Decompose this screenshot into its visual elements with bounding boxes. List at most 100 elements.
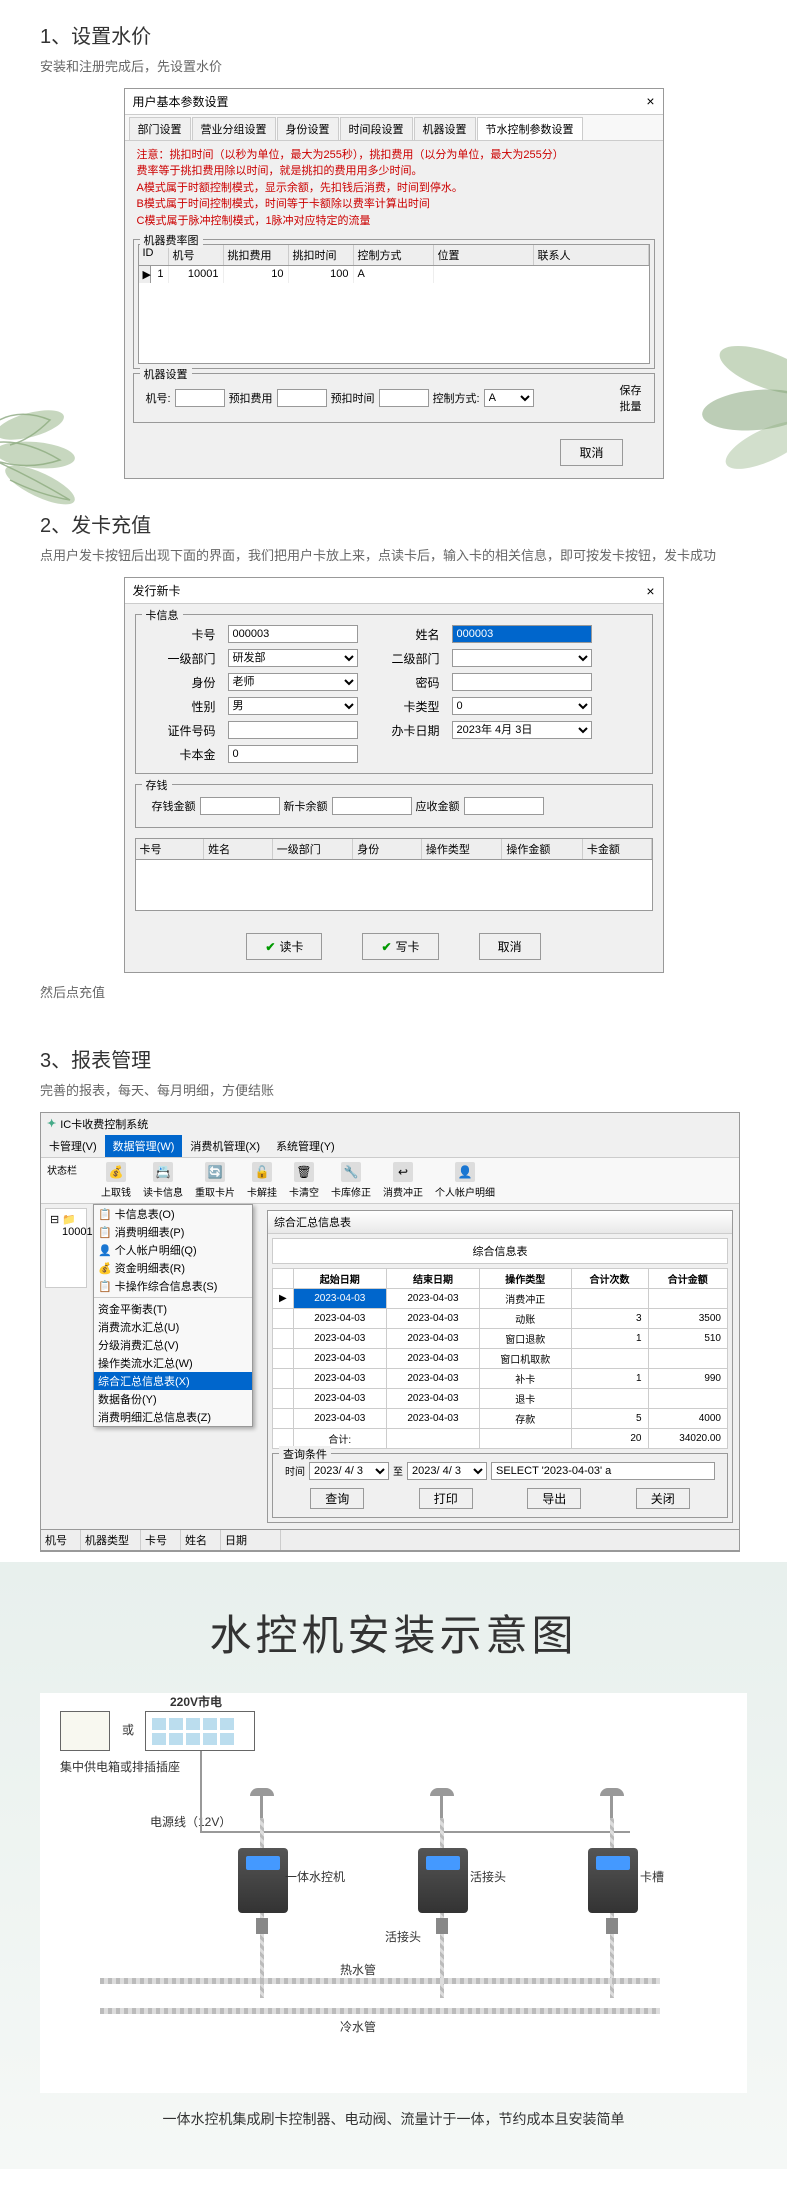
date-to-select[interactable]: 2023/ 4/ 3 — [407, 1462, 487, 1480]
report-window: 综合汇总信息表 综合信息表 起始日期 结束日期 操作类型 合计次数 合计金额 ▶… — [267, 1210, 733, 1523]
toolbar-clear[interactable]: 🗑卡清空 — [289, 1162, 319, 1199]
receivable-input[interactable] — [464, 797, 544, 815]
cancel-button[interactable]: 取消 — [560, 439, 622, 466]
toolbar-fixlib[interactable]: 🔧卡库修正 — [331, 1162, 371, 1199]
menu-item[interactable]: 📋 卡信息表(O) — [94, 1205, 252, 1223]
installation-diagram: 220V市电 或 集中供电箱或排插插座 电源线（12V） 一体水控机 活接头 卡… — [40, 1693, 747, 2093]
cancel-button[interactable]: 取消 — [479, 933, 541, 960]
tab-group[interactable]: 营业分组设置 — [192, 117, 276, 140]
tab-time[interactable]: 时间段设置 — [340, 117, 413, 140]
menu-item[interactable]: 操作类流水汇总(W) — [94, 1354, 252, 1372]
window-issue-card: 发行新卡 × 卡信息 卡号 姓名 一级部门 研发部 二级部门 身份 老师 密码 … — [124, 577, 664, 973]
tab-dept[interactable]: 部门设置 — [129, 117, 191, 140]
section-reports: 3、报表管理 完善的报表，每天、每月明细，方便结账 ✦ IC卡收费控制系统 卡管… — [0, 1024, 787, 1562]
section-set-price: 1、设置水价 安装和注册完成后，先设置水价 用户基本参数设置 × 部门设置 营业… — [0, 0, 787, 489]
toolbar-account[interactable]: 👤个人帐户明细 — [435, 1162, 495, 1199]
window-user-params: 用户基本参数设置 × 部门设置 营业分组设置 身份设置 时间段设置 机器设置 节… — [124, 88, 664, 480]
water-controller-icon — [238, 1848, 288, 1913]
tab-identity[interactable]: 身份设置 — [277, 117, 339, 140]
menu-item[interactable]: 分级消费汇总(V) — [94, 1336, 252, 1354]
joint-icon — [436, 1918, 448, 1934]
section-2-title: 2、发卡充值 — [40, 509, 747, 538]
print-button[interactable]: 打印 — [419, 1488, 473, 1509]
toolbar-reget[interactable]: 🔄重取卡片 — [195, 1162, 235, 1199]
card-grid: 卡号 姓名 一级部门 身份 操作类型 操作金额 卡金额 — [135, 838, 653, 911]
identity-select[interactable]: 老师 — [228, 673, 358, 691]
deposit-amount-input[interactable] — [200, 797, 280, 815]
close-button[interactable]: 关闭 — [636, 1488, 690, 1509]
diagram-caption: 一体水控机集成刷卡控制器、电动阀、流量计于一体，节约成本且安装简单 — [0, 2109, 787, 2129]
fieldset-card-info: 卡信息 卡号 姓名 一级部门 研发部 二级部门 身份 老师 密码 性别 男 卡类… — [135, 614, 653, 774]
toolbar-readcard[interactable]: 📇读卡信息 — [143, 1162, 183, 1199]
app-title: IC卡收费控制系统 — [60, 1116, 148, 1132]
tab-water-control[interactable]: 节水控制参数设置 — [477, 117, 583, 140]
menu-machine[interactable]: 消费机管理(X) — [182, 1135, 268, 1157]
idnum-input[interactable] — [228, 721, 358, 739]
machine-no-input[interactable] — [175, 389, 225, 407]
principal-input[interactable] — [228, 745, 358, 763]
window-titlebar: 发行新卡 × — [125, 578, 663, 604]
tabs: 部门设置 营业分组设置 身份设置 时间段设置 机器设置 节水控制参数设置 — [125, 115, 663, 141]
save-button[interactable]: 保存 — [620, 382, 642, 398]
fee-input[interactable] — [277, 389, 327, 407]
menu-bar: 卡管理(V) 数据管理(W) 消费机管理(X) 系统管理(Y) — [41, 1135, 739, 1158]
menu-item[interactable]: 数据备份(Y) — [94, 1390, 252, 1408]
time-input[interactable] — [379, 389, 429, 407]
power-strip-icon — [145, 1711, 255, 1751]
warning-text: 注意：挑扣时间（以秒为单位，最大为255秒），挑扣费用（以分为单位，最大为255… — [125, 141, 663, 236]
section-issue-card: 2、发卡充值 点用户发卡按钮后出现下面的界面，我们把用户卡放上来，点读卡后，输入… — [0, 489, 787, 1024]
sql-input[interactable] — [491, 1462, 715, 1480]
read-card-button[interactable]: ✔读卡 — [246, 933, 322, 960]
app-icon: ✦ — [47, 1117, 56, 1130]
menu-item[interactable]: 💰 资金明细表(R) — [94, 1259, 252, 1277]
password-input[interactable] — [452, 673, 592, 691]
section-1-title: 1、设置水价 — [40, 20, 747, 49]
batch-button[interactable]: 批量 — [620, 398, 642, 414]
menu-card[interactable]: 卡管理(V) — [41, 1135, 105, 1157]
export-button[interactable]: 导出 — [527, 1488, 581, 1509]
menu-item[interactable]: 消费流水汇总(U) — [94, 1318, 252, 1336]
data-menu-dropdown: 📋 卡信息表(O) 📋 消费明细表(P) 👤 个人帐户明细(Q) 💰 资金明细表… — [93, 1204, 253, 1427]
menu-item[interactable]: 📋 卡操作综合信息表(S) — [94, 1277, 252, 1295]
toolbar-withdraw[interactable]: 💰上取钱 — [101, 1162, 131, 1199]
name-input[interactable] — [452, 625, 592, 643]
toolbar: 状态栏 💰上取钱 📇读卡信息 🔄重取卡片 🔓卡解挂 🗑卡清空 🔧卡库修正 ↩消费… — [41, 1158, 739, 1204]
section-3-title: 3、报表管理 — [40, 1044, 747, 1073]
diagram-section: 水控机安装示意图 220V市电 或 集中供电箱或排插插座 电源线（12V） 一体… — [0, 1562, 787, 2169]
gender-select[interactable]: 男 — [228, 697, 358, 715]
water-controller-icon — [588, 1848, 638, 1913]
cardtype-select[interactable]: 0 — [452, 697, 592, 715]
toolbar-unlock[interactable]: 🔓卡解挂 — [247, 1162, 277, 1199]
water-controller-icon — [418, 1848, 468, 1913]
control-mode-select[interactable]: A — [484, 389, 534, 407]
query-conditions: 查询条件 时间 2023/ 4/ 3 至 2023/ 4/ 3 查询 打印 导出 — [272, 1453, 728, 1518]
menu-data[interactable]: 数据管理(W) — [105, 1135, 183, 1157]
query-button[interactable]: 查询 — [310, 1488, 364, 1509]
joint-icon — [256, 1918, 268, 1934]
carddate-select[interactable]: 2023年 4月 3日 — [452, 721, 592, 739]
date-from-select[interactable]: 2023/ 4/ 3 — [309, 1462, 389, 1480]
dept2-select[interactable] — [452, 649, 592, 667]
device-tree[interactable]: ⊟ 📁 10001 — [45, 1208, 87, 1288]
cardno-input[interactable] — [228, 625, 358, 643]
section-2-after: 然后点充值 — [40, 983, 747, 1004]
fieldset-machine-setting: 机器设置 机号: 预扣费用 预扣时间 控制方式: A 保存 批量 — [133, 373, 655, 423]
section-3-desc: 完善的报表，每天、每月明细，方便结账 — [40, 1081, 747, 1102]
balance-input[interactable] — [332, 797, 412, 815]
section-1-desc: 安装和注册完成后，先设置水价 — [40, 57, 747, 78]
close-icon[interactable]: × — [646, 93, 654, 109]
section-2-desc: 点用户发卡按钮后出现下面的界面，我们把用户卡放上来，点读卡后，输入卡的相关信息，… — [40, 546, 747, 567]
menu-item[interactable]: 资金平衡表(T) — [94, 1300, 252, 1318]
menu-item[interactable]: 📋 消费明细表(P) — [94, 1223, 252, 1241]
write-card-button[interactable]: ✔写卡 — [362, 933, 438, 960]
menu-item-selected[interactable]: 综合汇总信息表(X) — [94, 1372, 252, 1390]
dept1-select[interactable]: 研发部 — [228, 649, 358, 667]
close-icon[interactable]: × — [646, 583, 654, 599]
tab-machine[interactable]: 机器设置 — [414, 117, 476, 140]
menu-item[interactable]: 👤 个人帐户明细(Q) — [94, 1241, 252, 1259]
fieldset-deposit: 存钱 存钱金额 新卡余额 应收金额 — [135, 784, 653, 828]
menu-item[interactable]: 消费明细汇总信息表(Z) — [94, 1408, 252, 1426]
menu-system[interactable]: 系统管理(Y) — [268, 1135, 343, 1157]
fieldset-fee-rate: 机器费率图 ID 机号 挑扣费用 挑扣时间 控制方式 位置 联系人 ▶ 1 10… — [133, 239, 655, 369]
toolbar-reverse[interactable]: ↩消费冲正 — [383, 1162, 423, 1199]
